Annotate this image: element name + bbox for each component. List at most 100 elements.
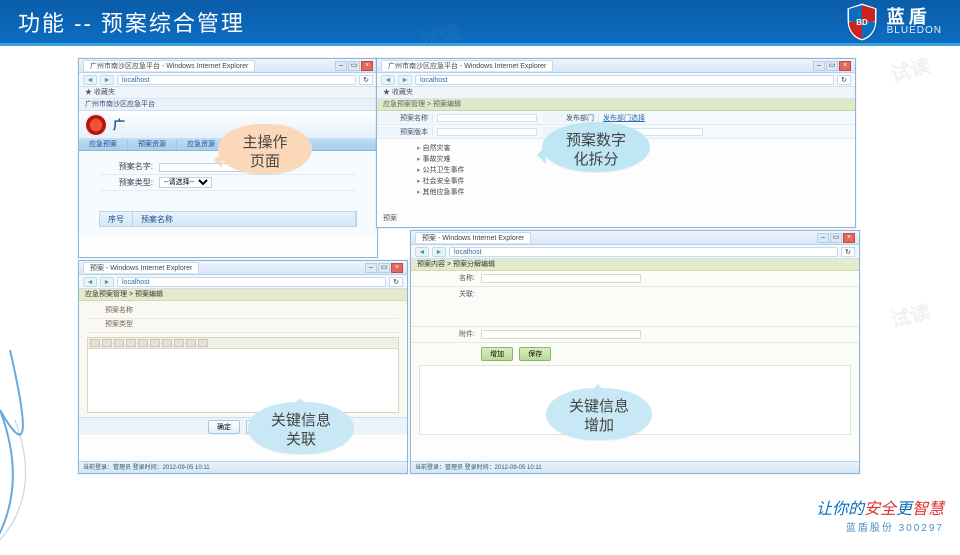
svg-text:BD: BD (856, 18, 868, 27)
breadcrumb: 应急预案管理 > 预案编辑 (377, 99, 855, 111)
tree-node[interactable]: 其他应急事件 (417, 187, 815, 198)
italic-icon[interactable] (102, 339, 112, 347)
refresh-button[interactable]: ↻ (359, 75, 373, 85)
close-button[interactable]: × (361, 61, 373, 71)
close-button[interactable]: × (839, 61, 851, 71)
back-button[interactable]: ◄ (83, 75, 97, 85)
favorites-bar[interactable]: ★ 收藏夹 (377, 87, 855, 99)
action-buttons: 增加 保存 (411, 343, 859, 365)
url-field[interactable]: localhost (415, 75, 834, 85)
form-row-type: 预案类型: --请选择-- (99, 175, 357, 191)
minimize-button[interactable]: – (817, 233, 829, 243)
menu-item[interactable]: 预案资源 (128, 139, 177, 150)
label-relation: 关联: (411, 287, 481, 326)
refresh-button[interactable]: ↻ (841, 247, 855, 257)
list-icon[interactable] (126, 339, 136, 347)
brand-block: BD 蓝盾 BLUEDON (845, 2, 942, 42)
back-button[interactable]: ◄ (83, 277, 97, 287)
footer-slogan: 让你的安全更智慧 蓝盾股份 300297 (816, 495, 944, 534)
url-field[interactable]: localhost (117, 75, 356, 85)
underline-icon[interactable] (114, 339, 124, 347)
menu-item[interactable]: 应急预案 (79, 139, 128, 150)
brand-name-en: BLUEDON (887, 26, 942, 36)
col-plan-name: 预案名称 (133, 212, 356, 226)
image-icon[interactable] (162, 339, 172, 347)
tree-node[interactable]: 社会安全事件 (417, 176, 815, 187)
bold-icon[interactable] (90, 339, 100, 347)
status-bar: 当前登录：管理员 登录时间：2012-09-05 10:11 (79, 461, 407, 473)
browser-window-relate: 预案 - Windows Internet Explorer –▭× ◄►loc… (78, 260, 408, 474)
breadcrumb: 预案内容 > 预案分解编辑 (411, 259, 859, 271)
maximize-button[interactable]: ▭ (826, 61, 838, 71)
favorites-bar[interactable]: ★ 收藏夹 (79, 87, 377, 99)
label-name: 名称: (411, 271, 481, 286)
save-button[interactable]: 保存 (519, 347, 551, 361)
slide-header: 功能 -- 预案综合管理 BD 蓝盾 BLUEDON (0, 0, 960, 46)
minimize-button[interactable]: – (813, 61, 825, 71)
app-tab[interactable]: 广州市南沙区应急平台 (79, 99, 377, 111)
relation-area[interactable] (481, 287, 859, 326)
window-titlebar: 广州市南沙区应急平台 - Windows Internet Explorer –… (377, 59, 855, 73)
status-bar: 当前登录：管理员 登录时间：2012-09-05 10:11 (411, 461, 859, 473)
name-input[interactable] (481, 274, 641, 283)
callout-key-add: 关键信息 增加 (546, 388, 652, 440)
url-field[interactable]: localhost (117, 277, 386, 287)
window-title: 广州市南沙区应急平台 - Windows Internet Explorer (381, 60, 553, 71)
maximize-button[interactable]: ▭ (348, 61, 360, 71)
window-controls: – ▭ × (335, 61, 373, 71)
undo-icon[interactable] (186, 339, 196, 347)
callout-key-relate: 关键信息 关联 (248, 402, 354, 454)
callout-digital-split: 预案数字 化拆分 (542, 122, 650, 172)
link-icon[interactable] (150, 339, 160, 347)
slogan-part: 让你的 (816, 501, 864, 518)
maximize-button[interactable]: ▭ (830, 233, 842, 243)
slogan-highlight: 智慧 (912, 501, 944, 518)
slogan-part: 更 (896, 501, 912, 518)
window-title: 预案 - Windows Internet Explorer (415, 232, 531, 243)
close-button[interactable]: × (391, 263, 403, 273)
plan-name-input[interactable] (437, 114, 537, 122)
close-button[interactable]: × (843, 233, 855, 243)
window-titlebar: 广州市南沙区应急平台 - Windows Internet Explorer –… (79, 59, 377, 73)
label-plan-name: 预案名称 (377, 113, 433, 123)
forward-button[interactable]: ► (398, 75, 412, 85)
grid-header: 序号 预案名称 (99, 211, 357, 227)
table-icon[interactable] (174, 339, 184, 347)
label-plan-type: 预案类型 (87, 319, 137, 332)
label-attach: 附件: (411, 327, 481, 342)
label-plan-name: 预案名字: (99, 161, 159, 172)
back-button[interactable]: ◄ (415, 247, 429, 257)
dept-link[interactable]: 发布部门选择 (599, 113, 709, 123)
version-input[interactable] (437, 128, 537, 136)
refresh-button[interactable]: ↻ (837, 75, 851, 85)
richtext-editor[interactable] (87, 349, 399, 413)
slogan-highlight: 安全 (864, 501, 896, 518)
stock-code: 蓝盾股份 300297 (816, 519, 944, 534)
callout-main-page: 主操作 页面 (218, 124, 312, 174)
refresh-button[interactable]: ↻ (389, 277, 403, 287)
watermark: 试读 (887, 296, 933, 334)
forward-button[interactable]: ► (100, 75, 114, 85)
brand-name-cn: 蓝盾 (887, 8, 942, 26)
slide-title: 功能 -- 预案综合管理 (18, 6, 845, 38)
browser-window-add: 预案 - Windows Internet Explorer –▭× ◄►loc… (410, 230, 860, 474)
add-button[interactable]: 增加 (481, 347, 513, 361)
align-icon[interactable] (138, 339, 148, 347)
minimize-button[interactable]: – (335, 61, 347, 71)
url-field[interactable]: localhost (449, 247, 838, 257)
richtext-toolbar (87, 337, 399, 349)
forward-button[interactable]: ► (432, 247, 446, 257)
emblem-icon (85, 114, 107, 136)
redo-icon[interactable] (198, 339, 208, 347)
address-bar: ◄ ► localhost ↻ (79, 73, 377, 87)
ok-button[interactable]: 确定 (208, 420, 240, 434)
plan-type-select[interactable]: --请选择-- (159, 177, 212, 188)
favorites-label: 收藏夹 (94, 89, 115, 96)
tree-header: 预案 (383, 213, 397, 223)
attach-input[interactable] (481, 330, 641, 339)
label-plan-name: 预案名称 (87, 305, 137, 318)
forward-button[interactable]: ► (100, 277, 114, 287)
minimize-button[interactable]: – (365, 263, 377, 273)
maximize-button[interactable]: ▭ (378, 263, 390, 273)
back-button[interactable]: ◄ (381, 75, 395, 85)
